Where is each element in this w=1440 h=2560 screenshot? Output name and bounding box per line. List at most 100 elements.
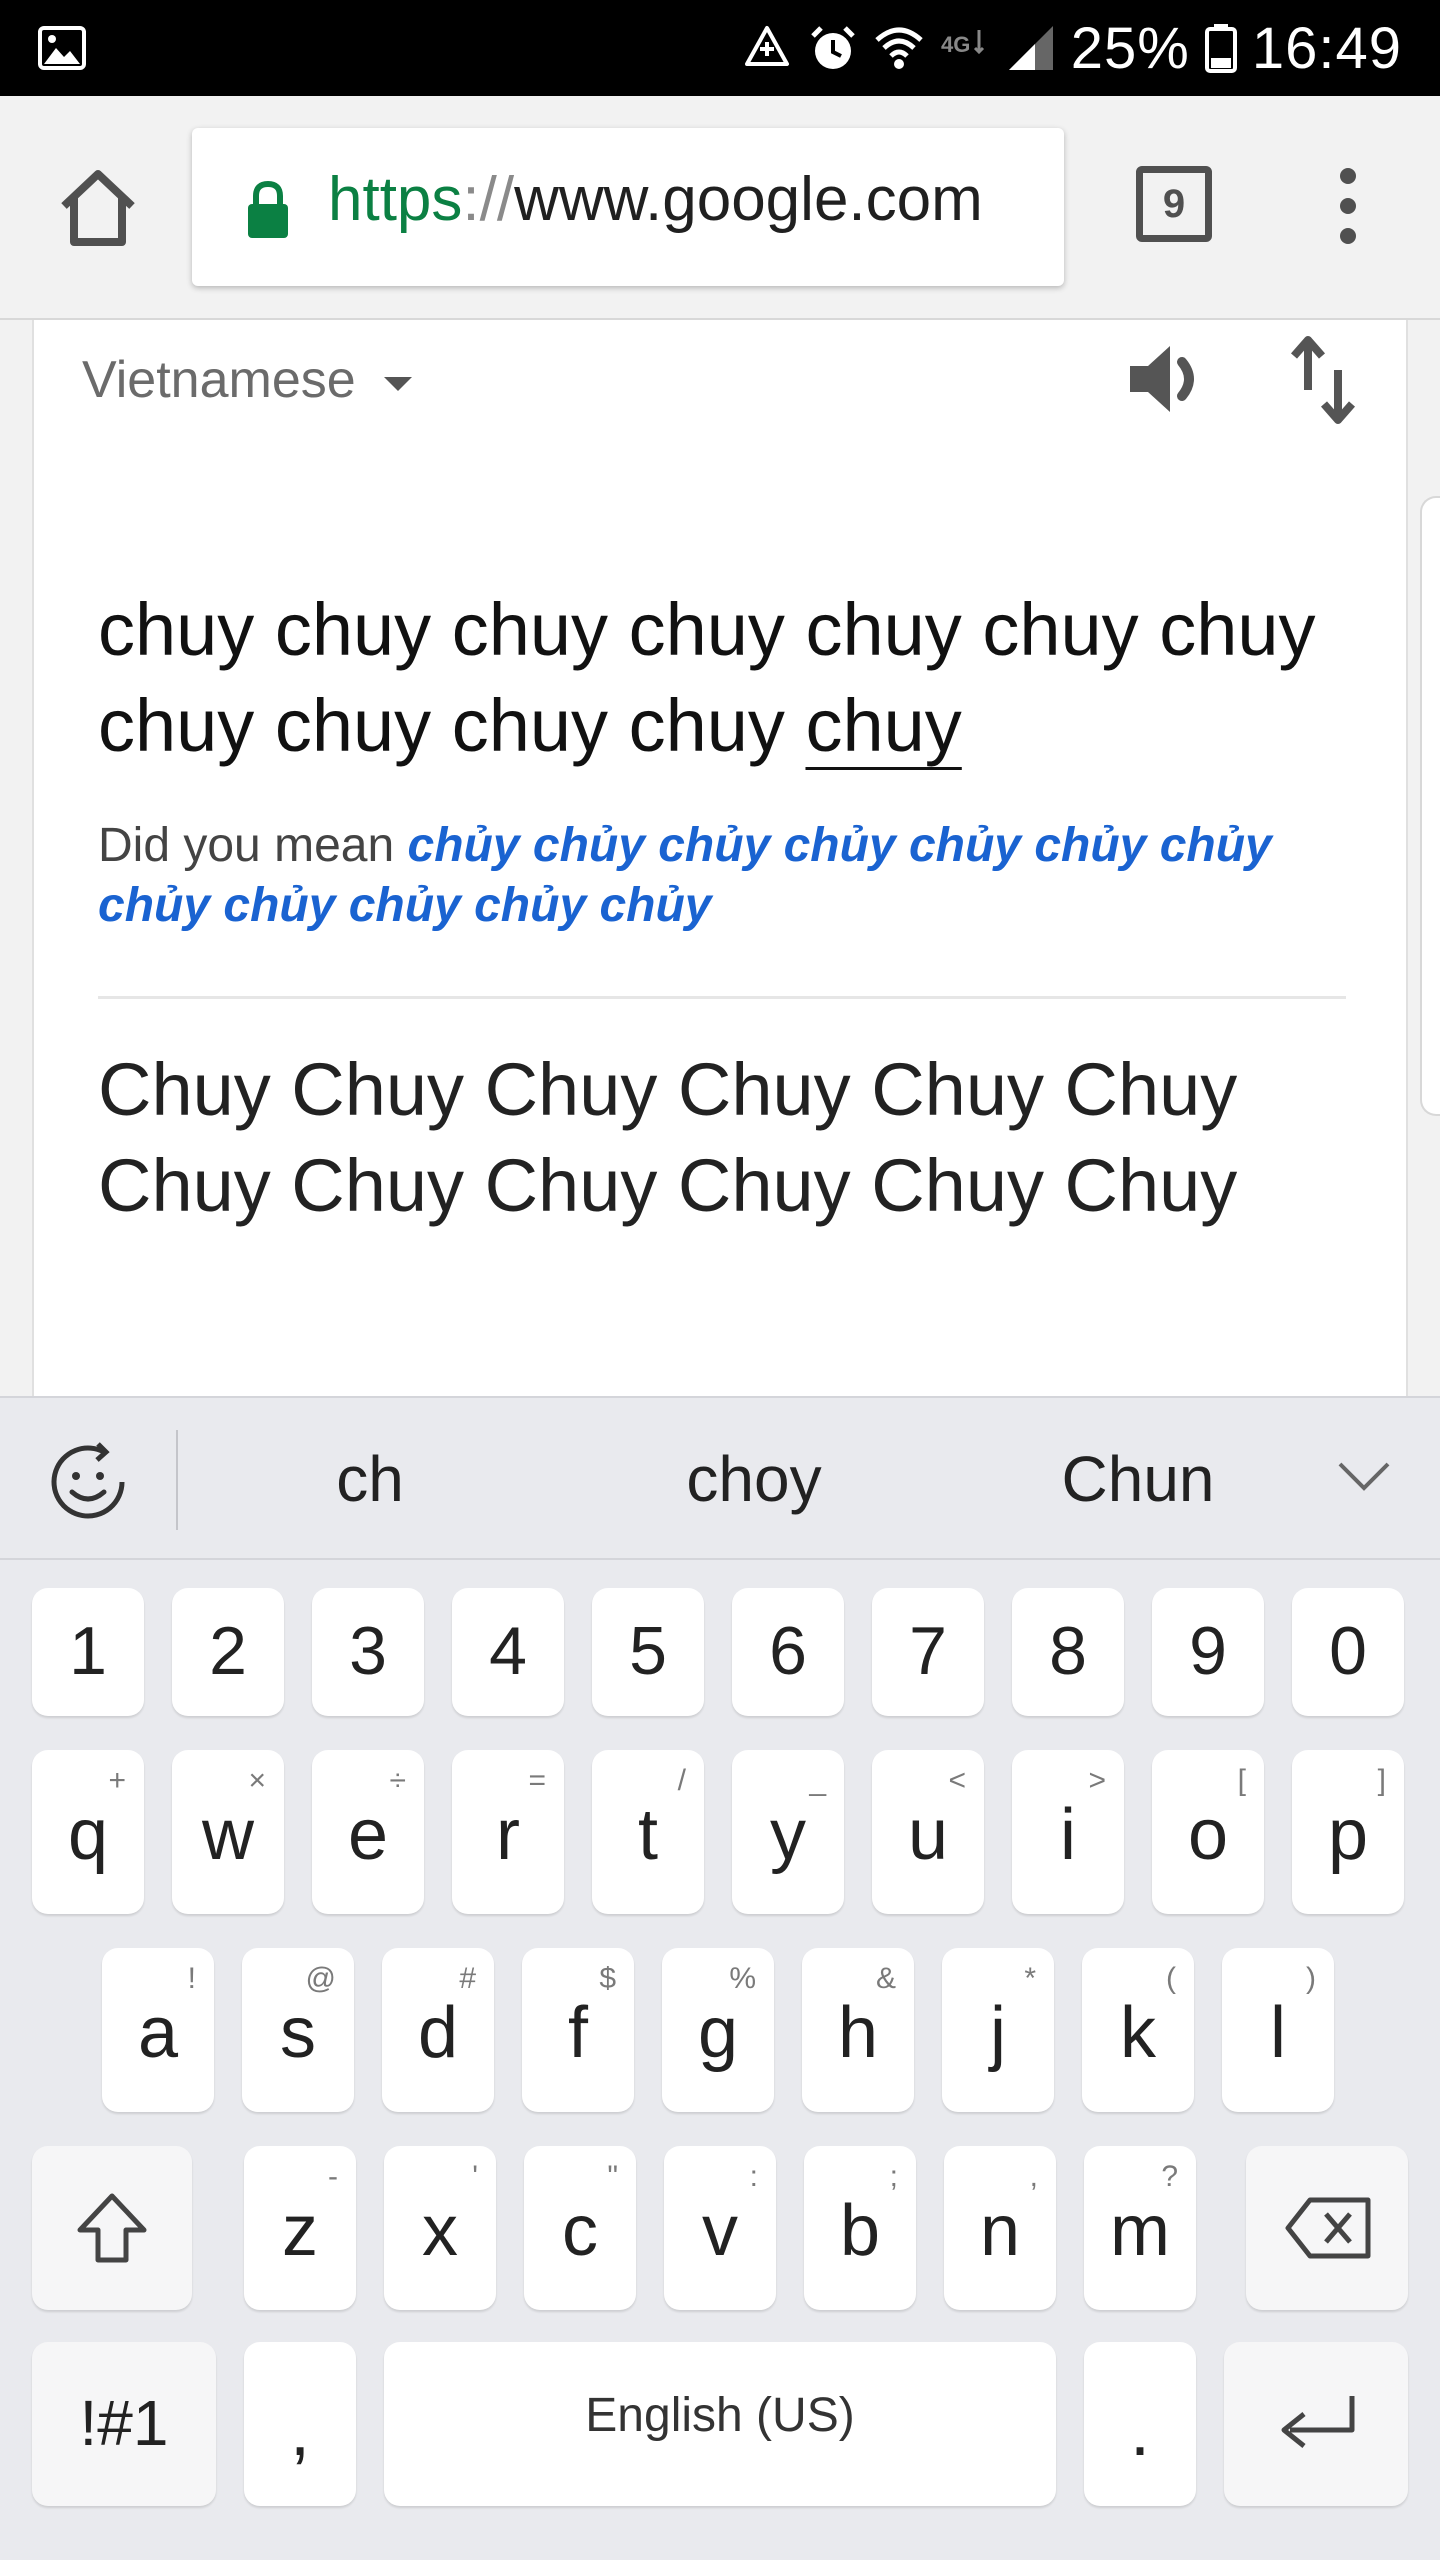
comma-key[interactable]: ,: [244, 2342, 356, 2506]
key-d[interactable]: # d: [382, 1948, 494, 2112]
key-7[interactable]: 7: [872, 1588, 984, 1716]
key-n-alt-hint: ,: [1029, 2160, 1038, 2193]
key-n[interactable]: ,n: [944, 2146, 1056, 2310]
key-r[interactable]: = r: [452, 1750, 564, 1914]
speaker-icon[interactable]: [1124, 334, 1214, 424]
key-8[interactable]: 8: [1012, 1588, 1124, 1716]
key-i[interactable]: > i: [1012, 1750, 1124, 1914]
status-icons: 4G 25% 16:49: [741, 0, 1402, 96]
suggestion-1[interactable]: ch: [220, 1442, 520, 1516]
period-key[interactable]: .: [1084, 2342, 1196, 2506]
key-f-label: f: [567, 1993, 588, 2073]
browser-toolbar: https://www.google.com 9: [0, 96, 1440, 320]
key-h-alt-hint: &: [875, 1962, 896, 1995]
key-h[interactable]: & h: [802, 1948, 914, 2112]
key-z-alt-hint: -: [328, 2160, 338, 2193]
key-2[interactable]: 2: [172, 1588, 284, 1716]
key-e-label: e: [347, 1795, 389, 1875]
key-c[interactable]: " c: [524, 2146, 636, 2310]
key-b[interactable]: ; b: [804, 2146, 916, 2310]
key-x[interactable]: ' x: [384, 2146, 496, 2310]
key-j[interactable]: * j: [942, 1948, 1054, 2112]
backspace-key[interactable]: [1246, 2146, 1408, 2310]
space-key[interactable]: English (US): [384, 2342, 1056, 2506]
enter-key[interactable]: [1224, 2342, 1408, 2506]
key-m[interactable]: ? m: [1084, 2146, 1196, 2310]
battery-percentage: 25%: [1070, 15, 1190, 81]
key-u[interactable]: < u: [872, 1750, 984, 1914]
source-language-label: Vietnamese: [82, 351, 356, 409]
key-e[interactable]: ÷ e: [312, 1750, 424, 1914]
key-d-alt-hint: #: [459, 1962, 476, 1995]
key-v-label: v: [702, 2191, 738, 2271]
key-v-alt-hint: :: [749, 2160, 758, 2193]
key-6[interactable]: 6: [732, 1588, 844, 1716]
tab-switcher-button[interactable]: 9: [1136, 166, 1212, 242]
key-o-alt-hint: [: [1237, 1764, 1246, 1797]
symbols-key-label: !#1: [79, 2387, 169, 2459]
key-i-label: i: [1060, 1795, 1076, 1875]
key-b-alt-hint: ;: [889, 2160, 898, 2193]
key-y[interactable]: _ y: [732, 1750, 844, 1914]
key-t-label: t: [637, 1795, 658, 1875]
shift-arrow-icon: [77, 2193, 147, 2263]
url-scheme: https: [328, 165, 463, 234]
key-4-label: 4: [489, 1613, 527, 1689]
key-w-alt-hint: ×: [248, 1764, 266, 1797]
chevron-down-icon[interactable]: [1336, 1456, 1392, 1496]
key-k-label: k: [1120, 1993, 1156, 2073]
source-text-underlined-word: chuy: [805, 684, 962, 767]
key-v[interactable]: :v: [664, 2146, 776, 2310]
key-a-alt-hint: !: [187, 1962, 196, 1995]
4g-lte-icon: 4G: [941, 30, 984, 57]
more-options-icon[interactable]: [1320, 156, 1376, 256]
key-p-alt-hint: ]: [1377, 1764, 1386, 1797]
address-bar[interactable]: https://www.google.com: [192, 128, 1064, 286]
url-text[interactable]: https://www.google.com: [328, 164, 983, 235]
key-l[interactable]: ) l: [1222, 1948, 1334, 2112]
image-icon: [38, 26, 86, 70]
home-icon[interactable]: [50, 160, 146, 256]
key-5[interactable]: 5: [592, 1588, 704, 1716]
key-z[interactable]: -z: [244, 2146, 356, 2310]
key-4[interactable]: 4: [452, 1588, 564, 1716]
source-language-selector[interactable]: Vietnamese: [82, 350, 412, 410]
emoji-sticker-icon[interactable]: [42, 1436, 134, 1528]
key-q[interactable]: + q: [32, 1750, 144, 1914]
key-a[interactable]: ! a: [102, 1948, 214, 2112]
key-g[interactable]: % g: [662, 1948, 774, 2112]
key-9[interactable]: 9: [1152, 1588, 1264, 1716]
key-c-label: c: [562, 2191, 598, 2271]
key-y-label: y: [770, 1795, 806, 1875]
suggestion-bar: ch choy Chun: [0, 1396, 1440, 1560]
key-s[interactable]: @ s: [242, 1948, 354, 2112]
key-g-alt-hint: %: [729, 1962, 756, 1995]
key-g-label: g: [697, 1993, 739, 2073]
key-p-label: p: [1327, 1795, 1369, 1875]
key-5-label: 5: [629, 1613, 667, 1689]
key-8-label: 8: [1049, 1613, 1087, 1689]
key-p[interactable]: ] p: [1292, 1750, 1404, 1914]
key-t[interactable]: / t: [592, 1750, 704, 1914]
swap-languages-icon[interactable]: [1284, 330, 1364, 430]
key-1[interactable]: 1: [32, 1588, 144, 1716]
side-panel-handle[interactable]: [1420, 496, 1440, 1116]
symbols-key[interactable]: !#1: [32, 2342, 216, 2506]
key-2-label: 2: [209, 1613, 247, 1689]
key-3[interactable]: 3: [312, 1588, 424, 1716]
key-0[interactable]: 0: [1292, 1588, 1404, 1716]
source-text[interactable]: chuy chuy chuy chuy chuy chuy chuy chuy …: [98, 582, 1338, 774]
key-3-label: 3: [349, 1613, 387, 1689]
suggestion-3[interactable]: Chun: [988, 1442, 1288, 1516]
shift-key[interactable]: [32, 2146, 192, 2310]
key-w[interactable]: × w: [172, 1750, 284, 1914]
key-k[interactable]: (k: [1082, 1948, 1194, 2112]
key-x-alt-hint: ': [472, 2160, 478, 2193]
key-o[interactable]: [o: [1152, 1750, 1264, 1914]
divider: [98, 996, 1346, 999]
key-l-label: l: [1270, 1993, 1286, 2073]
suggestion-2[interactable]: choy: [604, 1442, 904, 1516]
key-b-label: b: [839, 2191, 881, 2271]
page-content: Vietnamese chuy chuy chuy chuy chuy chuy…: [0, 320, 1440, 1396]
key-f[interactable]: $ f: [522, 1948, 634, 2112]
